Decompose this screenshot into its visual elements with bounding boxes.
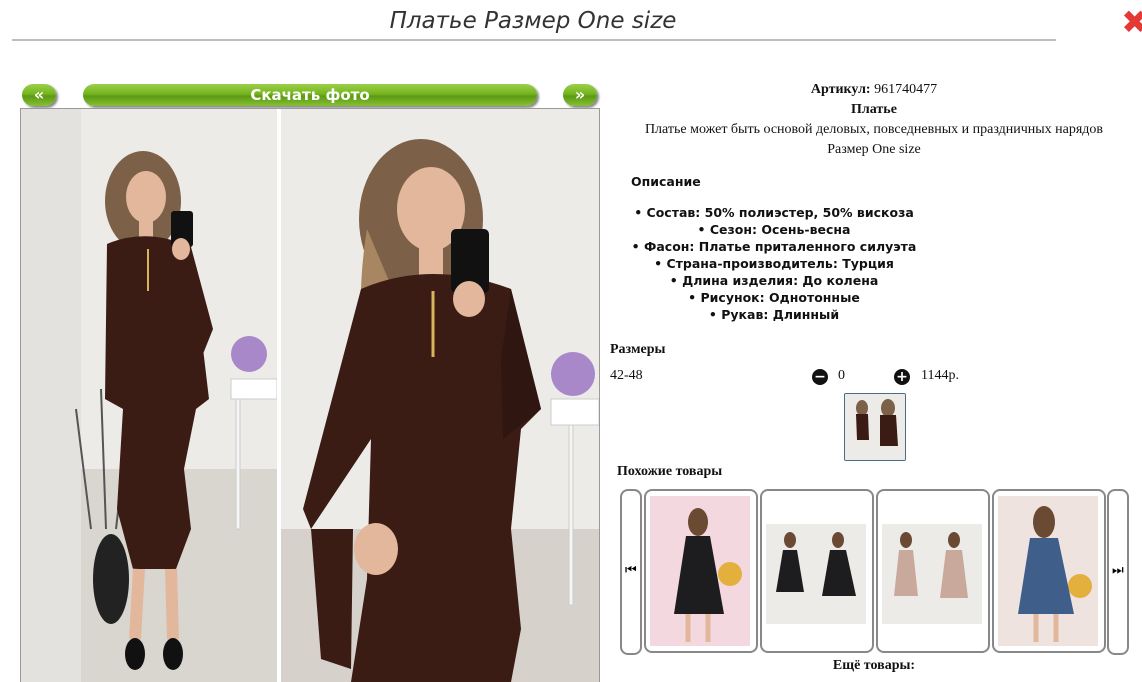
similar-product-card[interactable] — [760, 489, 874, 653]
description-item: Состав: 50% полиэстер, 50% вискоза — [606, 204, 942, 221]
more-products-label: Ещё товары: — [832, 658, 916, 673]
description-item: Страна-производитель: Турция — [606, 255, 942, 272]
sku-label: Артикул: — [810, 82, 871, 97]
similar-product-card[interactable] — [992, 489, 1106, 653]
decrease-quantity-button[interactable]: − — [812, 369, 828, 385]
step-forward-icon: ⏭ — [1112, 563, 1124, 578]
product-size-text: Размер One size — [827, 142, 921, 157]
prev-photo-button[interactable]: « — [22, 84, 56, 106]
product-photo-right — [281, 109, 599, 682]
description-list: Состав: 50% полиэстер, 50% вискоза Сезон… — [606, 204, 942, 323]
photo-thumbnail[interactable] — [844, 393, 906, 461]
description-item: Рукав: Длинный — [606, 306, 942, 323]
description-item: Рисунок: Однотонные — [606, 289, 942, 306]
product-info: Артикул: 961740477 Платье Платье может б… — [606, 80, 1142, 160]
similar-product-card[interactable] — [876, 489, 990, 653]
product-photo — [20, 108, 600, 682]
step-back-icon: ⏮ — [625, 563, 637, 578]
similar-product-card[interactable] — [644, 489, 758, 653]
carousel-next-button[interactable]: ⏭ — [1107, 489, 1129, 655]
title-divider — [12, 39, 1056, 41]
close-icon[interactable]: ✖ — [1121, 6, 1142, 38]
carousel-prev-button[interactable]: ⏮ — [620, 489, 642, 655]
sizes-heading: Размеры — [610, 342, 666, 357]
size-row: 42-48 − 0 + 1144р. — [610, 368, 1140, 388]
next-photo-button[interactable]: » — [563, 84, 597, 106]
product-photo-left — [21, 109, 277, 682]
quantity-value: 0 — [838, 368, 845, 383]
page-title: Платье Размер One size — [389, 8, 677, 34]
description-item: Фасон: Платье приталенного силуэта — [606, 238, 942, 255]
download-photo-button[interactable]: Скачать фото — [83, 84, 537, 106]
size-price: 1144р. — [921, 368, 959, 383]
increase-quantity-button[interactable]: + — [894, 369, 910, 385]
size-name: 42-48 — [610, 368, 643, 383]
description-item: Сезон: Осень-весна — [606, 221, 942, 238]
description-heading: Описание — [631, 174, 701, 189]
similar-heading: Похожие товары — [617, 464, 723, 479]
description-item: Длина изделия: До колена — [606, 272, 942, 289]
sku-value: 961740477 — [874, 82, 938, 97]
product-summary: Платье может быть основой деловых, повсе… — [644, 122, 1104, 137]
product-name: Платье — [851, 102, 897, 117]
sku-line: Артикул: 961740477 — [606, 80, 1142, 100]
